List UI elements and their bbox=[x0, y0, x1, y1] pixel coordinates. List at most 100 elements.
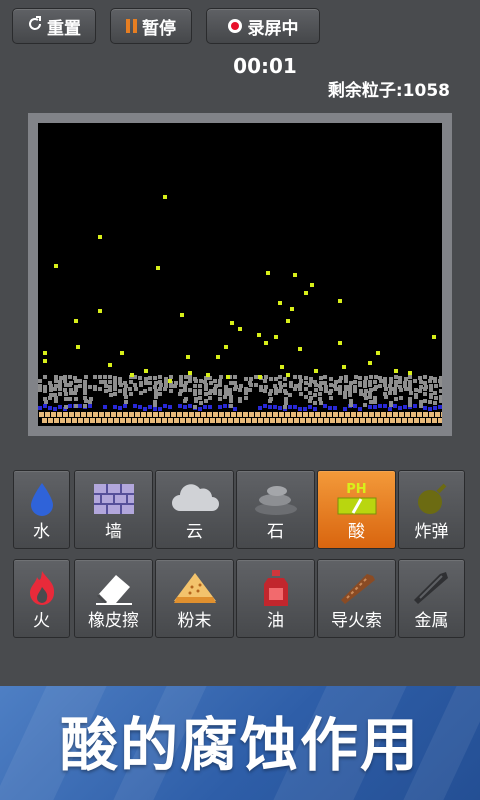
stone-particle bbox=[104, 384, 108, 388]
stone-particle bbox=[364, 376, 368, 380]
stone-particle bbox=[354, 375, 358, 379]
acid-particle bbox=[298, 347, 302, 351]
stone-particle bbox=[373, 400, 377, 404]
tool-label: 橡皮擦 bbox=[88, 611, 139, 631]
stone-particle bbox=[228, 388, 232, 392]
powder-particle bbox=[405, 412, 410, 417]
stone-particle bbox=[218, 379, 222, 383]
stone-particle bbox=[179, 383, 183, 387]
powder-particle bbox=[438, 418, 442, 423]
tool-water[interactable]: 水 bbox=[13, 470, 70, 549]
stone-particle bbox=[419, 385, 423, 389]
water-particle bbox=[433, 406, 437, 410]
acid-particle bbox=[120, 351, 124, 355]
powder-particle bbox=[360, 418, 365, 423]
powder-particle bbox=[414, 418, 419, 423]
stone-particle bbox=[363, 384, 367, 388]
powder-particle bbox=[81, 412, 86, 417]
stone-particle bbox=[113, 387, 117, 391]
water-particle bbox=[368, 405, 372, 409]
powder-particle bbox=[192, 418, 197, 423]
powder-particle bbox=[411, 412, 416, 417]
tool-label: 水 bbox=[33, 522, 50, 542]
stone-particle bbox=[144, 381, 148, 385]
stone-particle bbox=[363, 380, 367, 384]
stone-particle bbox=[188, 379, 192, 383]
banner-title: 酸的腐蚀作用 bbox=[59, 711, 420, 779]
stone-particle bbox=[193, 405, 197, 409]
tool-oil[interactable]: 油 bbox=[236, 559, 315, 638]
acid-particle bbox=[274, 335, 278, 339]
stone-particle bbox=[334, 387, 338, 391]
powder-particle bbox=[117, 412, 122, 417]
acid-particle bbox=[230, 321, 234, 325]
stone-particle bbox=[69, 391, 73, 395]
powder-particle bbox=[201, 412, 206, 417]
stone-particle bbox=[293, 387, 297, 391]
powder-particle bbox=[231, 412, 236, 417]
record-button[interactable]: 录屏中 bbox=[206, 8, 320, 44]
stone-particle bbox=[58, 387, 62, 391]
stone-particle bbox=[413, 379, 417, 383]
water-particle bbox=[303, 407, 307, 411]
tool-powder[interactable]: 粉末 bbox=[155, 559, 234, 638]
stone-particle bbox=[78, 379, 82, 383]
powder-particle bbox=[102, 418, 107, 423]
stone-particle bbox=[299, 379, 303, 383]
stone-particle bbox=[129, 392, 133, 396]
powder-particle bbox=[243, 412, 248, 417]
stone-particle bbox=[298, 383, 302, 387]
tool-wall[interactable]: 墙 bbox=[74, 470, 153, 549]
stone-particle bbox=[103, 380, 107, 384]
pause-button[interactable]: 暂停 bbox=[110, 8, 192, 44]
stone-particle bbox=[359, 392, 363, 396]
stone-particle bbox=[233, 381, 237, 385]
tool-label: 石 bbox=[267, 522, 284, 542]
tool-eraser[interactable]: 橡皮擦 bbox=[74, 559, 153, 638]
tool-fuse[interactable]: 导火索 bbox=[317, 559, 396, 638]
stone-particle bbox=[388, 391, 392, 395]
powder-particle bbox=[390, 418, 395, 423]
tool-stone[interactable]: 石 bbox=[236, 470, 315, 549]
acid-particle bbox=[163, 195, 167, 199]
stone-stack-icon bbox=[237, 479, 314, 519]
water-particle bbox=[113, 405, 117, 409]
powder-particle bbox=[279, 412, 284, 417]
tool-label: 酸 bbox=[348, 522, 365, 542]
stone-particle bbox=[63, 375, 67, 379]
tool-fire[interactable]: 火 bbox=[13, 559, 70, 638]
stone-particle bbox=[373, 380, 377, 384]
sandbox-canvas[interactable] bbox=[38, 123, 442, 426]
powder-particle bbox=[171, 412, 176, 417]
tool-bomb[interactable]: 炸弹 bbox=[398, 470, 465, 549]
powder-particle bbox=[369, 412, 374, 417]
stone-particle bbox=[113, 392, 117, 396]
powder-particle bbox=[207, 412, 212, 417]
stone-particle bbox=[83, 380, 87, 384]
stone-particle bbox=[348, 393, 352, 397]
powder-particle bbox=[186, 418, 191, 423]
stone-particle bbox=[154, 391, 158, 395]
acid-particle bbox=[206, 373, 210, 377]
stone-particle bbox=[399, 388, 403, 392]
powder-particle bbox=[426, 418, 431, 423]
stone-particle bbox=[123, 388, 127, 392]
stone-particle bbox=[428, 400, 432, 404]
stone-particle bbox=[408, 375, 412, 379]
water-particle bbox=[378, 404, 382, 408]
acid-ph-icon: PH bbox=[318, 479, 395, 519]
stone-particle bbox=[278, 375, 282, 379]
tool-cloud[interactable]: 云 bbox=[155, 470, 234, 549]
stone-particle bbox=[68, 375, 72, 379]
eraser-icon bbox=[75, 568, 152, 608]
water-particle bbox=[153, 407, 157, 411]
stone-particle bbox=[378, 384, 382, 388]
tool-metal[interactable]: 金属 bbox=[398, 559, 465, 638]
water-particle bbox=[328, 406, 332, 410]
tool-acid[interactable]: PH 酸 bbox=[317, 470, 396, 549]
reset-button[interactable]: 重置 bbox=[12, 8, 96, 44]
stone-particle bbox=[254, 375, 258, 379]
stone-particle bbox=[54, 379, 58, 383]
stone-particle bbox=[408, 387, 412, 391]
stone-particle bbox=[229, 404, 233, 408]
